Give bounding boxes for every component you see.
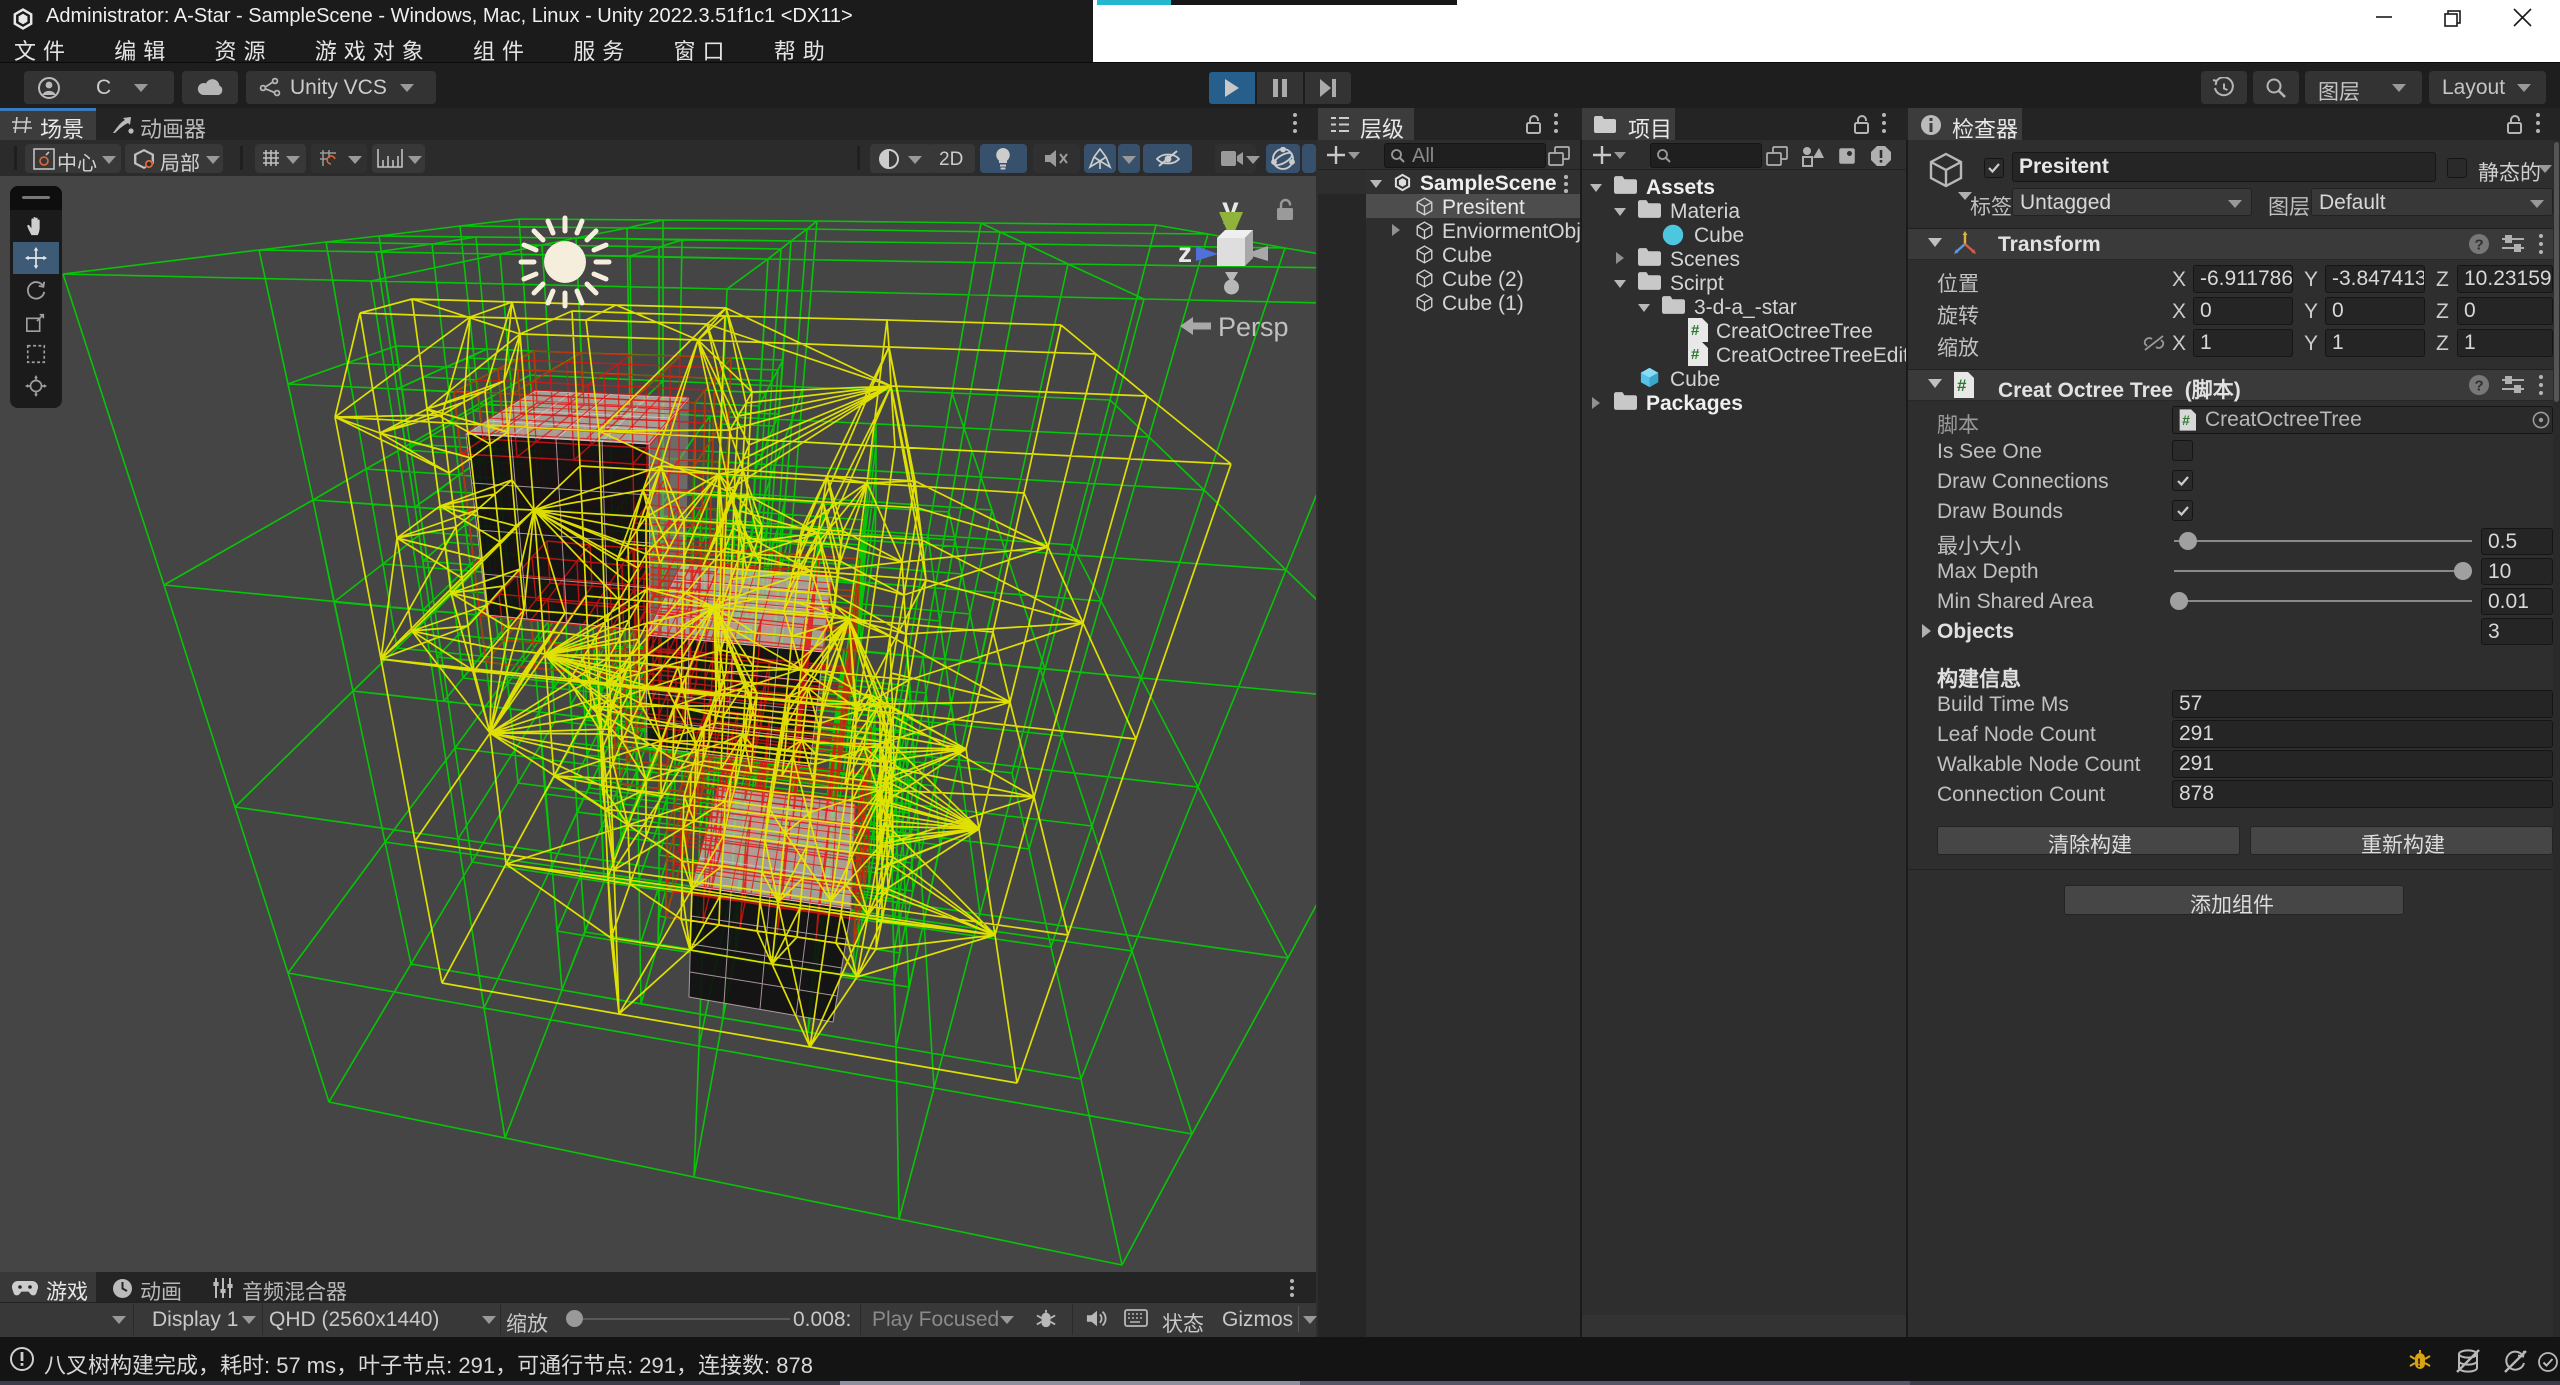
svg-text:#: # [1957, 376, 1967, 395]
svg-text:Persp: Persp [1218, 312, 1289, 342]
svg-text:?: ? [2475, 378, 2484, 395]
svg-text:#: # [1691, 322, 1700, 339]
svg-text:z: z [1178, 237, 1192, 268]
svg-text:?: ? [2475, 237, 2484, 254]
svg-text:#: # [1691, 346, 1700, 363]
svg-text:!: ! [2417, 1356, 2421, 1370]
svg-text:#: # [2182, 412, 2190, 428]
